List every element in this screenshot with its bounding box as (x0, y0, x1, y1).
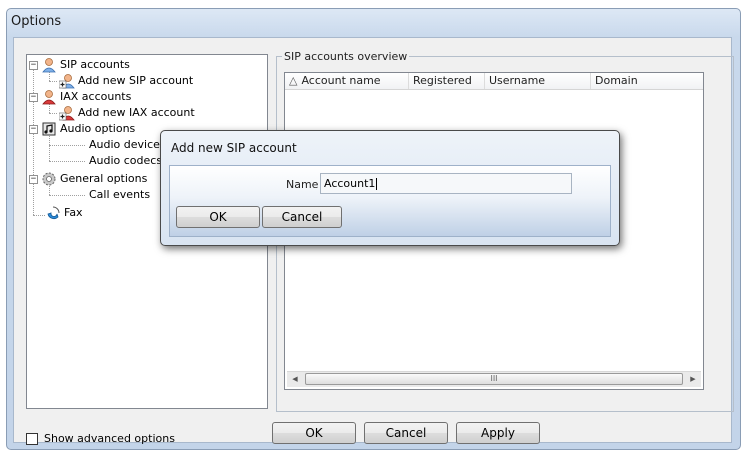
list-header: △ Account name Registered Username Domain (285, 73, 703, 90)
tree-item-audio-devices[interactable]: Audio devices (89, 137, 166, 153)
tree-item-label: Audio options (60, 122, 136, 135)
show-advanced-checkbox[interactable] (26, 432, 38, 445)
tree-item-audio-options[interactable]: − Audio options (29, 121, 135, 137)
show-advanced-options[interactable]: Show advanced options (26, 432, 175, 445)
tree-item-add-new-iax-account[interactable]: Add new IAX account (59, 105, 195, 121)
text-caret (376, 178, 378, 190)
collapse-icon[interactable]: − (29, 92, 38, 102)
tree-item-label: Audio devices (89, 138, 166, 151)
sort-ascending-icon: △ (289, 74, 298, 87)
tree-item-sip-accounts[interactable]: − SIP accounts (29, 57, 130, 73)
dialog-ok-button[interactable]: OK (176, 206, 260, 228)
tree-item-label: IAX accounts (60, 90, 132, 103)
add-new-sip-account-dialog: Add new SIP account Name Account1 OK Can… (160, 130, 620, 246)
gear-icon (41, 171, 57, 187)
window-title: Options (11, 14, 62, 29)
ok-button[interactable]: OK (272, 422, 356, 444)
horizontal-scrollbar[interactable]: ◀ III ▶ (287, 371, 701, 387)
group-label: SIP accounts overview (282, 50, 410, 63)
column-registered[interactable]: Registered (409, 73, 485, 89)
tree-item-label: Audio codecs (89, 154, 163, 167)
tree-item-label: Call events (89, 188, 151, 201)
scroll-thumb[interactable]: III (305, 373, 683, 385)
column-username[interactable]: Username (485, 73, 591, 89)
scroll-left-icon[interactable]: ◀ (287, 372, 303, 386)
scroll-grip: III (490, 374, 498, 383)
tree-item-label: Add new SIP account (78, 74, 194, 87)
tree-item-fax[interactable]: Fax (45, 205, 83, 221)
collapse-icon[interactable]: − (29, 174, 38, 184)
column-account-name[interactable]: △ Account name (285, 73, 409, 89)
tree-item-iax-accounts[interactable]: − IAX accounts (29, 89, 131, 105)
scroll-right-icon[interactable]: ▶ (685, 372, 701, 386)
tree-item-label: Add new IAX account (78, 106, 195, 119)
show-advanced-label: Show advanced options (44, 432, 175, 445)
add-account-icon (59, 105, 75, 121)
fax-icon (45, 205, 61, 221)
dialog-client-area: Name Account1 OK Cancel (169, 165, 611, 237)
iax-accounts-icon (41, 89, 57, 105)
name-label: Name (286, 178, 319, 191)
tree-item-label: SIP accounts (60, 58, 130, 71)
dialog-title: Add new SIP account (171, 141, 297, 155)
sip-accounts-icon (41, 57, 57, 73)
account-name-input[interactable]: Account1 (320, 173, 572, 194)
tree-item-call-events[interactable]: Call events (89, 187, 150, 203)
audio-icon (41, 121, 57, 137)
tree-item-label: Fax (64, 206, 83, 219)
add-account-icon (59, 73, 75, 89)
column-domain[interactable]: Domain (591, 73, 703, 89)
collapse-icon[interactable]: − (29, 124, 38, 134)
dialog-cancel-button[interactable]: Cancel (262, 206, 342, 228)
tree-item-add-new-sip-account[interactable]: Add new SIP account (59, 73, 193, 89)
apply-button[interactable]: Apply (456, 422, 540, 444)
tree-item-audio-codecs[interactable]: Audio codecs (89, 153, 162, 169)
tree-item-general-options[interactable]: − General options (29, 171, 147, 187)
cancel-button[interactable]: Cancel (364, 422, 448, 444)
collapse-icon[interactable]: − (29, 60, 38, 70)
tree-item-label: General options (60, 172, 148, 185)
